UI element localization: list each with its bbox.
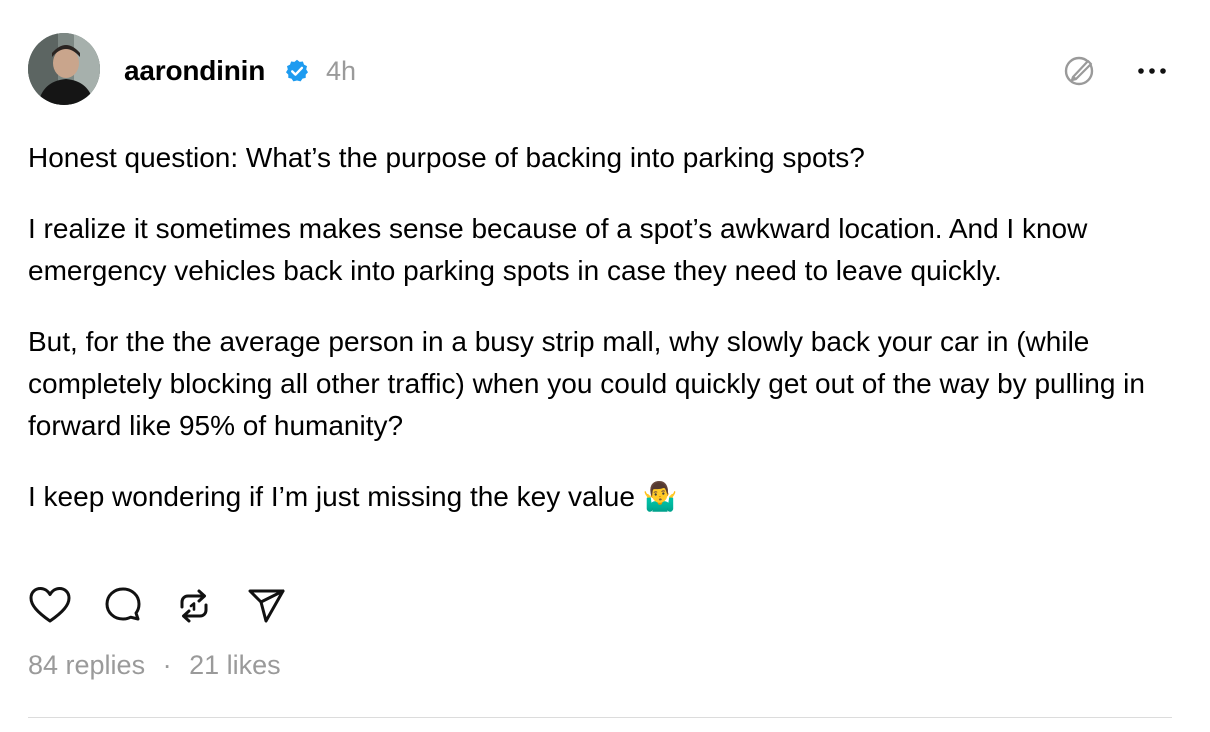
post-stats: 84 replies · 21 likes: [28, 647, 281, 683]
repost-icon[interactable]: [174, 586, 214, 626]
post-paragraph: Honest question: What’s the purpose of b…: [28, 142, 865, 173]
avatar[interactable]: [28, 33, 100, 105]
post-paragraph: But, for the the average person in a bus…: [28, 326, 1145, 441]
reply-icon[interactable]: [102, 586, 144, 626]
edit-circle-icon[interactable]: [1062, 53, 1098, 89]
replies-count[interactable]: 84 replies: [28, 650, 145, 680]
post-paragraph: I keep wondering if I’m just missing the…: [28, 481, 678, 512]
like-icon[interactable]: [28, 586, 72, 626]
share-icon[interactable]: [246, 586, 288, 626]
more-icon[interactable]: [1136, 61, 1168, 81]
post-timestamp: 4h: [326, 56, 357, 86]
post-paragraph: I realize it sometimes makes sense becau…: [28, 213, 1088, 286]
post-body: Honest question: What’s the purpose of b…: [28, 137, 1158, 547]
post-header: aarondinin 4h: [28, 33, 1172, 107]
stats-separator: ·: [162, 650, 172, 680]
author-username[interactable]: aarondinin: [124, 55, 265, 87]
verified-badge-icon: [286, 59, 308, 82]
likes-count[interactable]: 21 likes: [189, 650, 281, 680]
divider: [28, 717, 1172, 718]
post-card: aarondinin 4h Honest question: What’s th…: [28, 33, 1172, 718]
avatar-photo-icon: [28, 33, 100, 105]
